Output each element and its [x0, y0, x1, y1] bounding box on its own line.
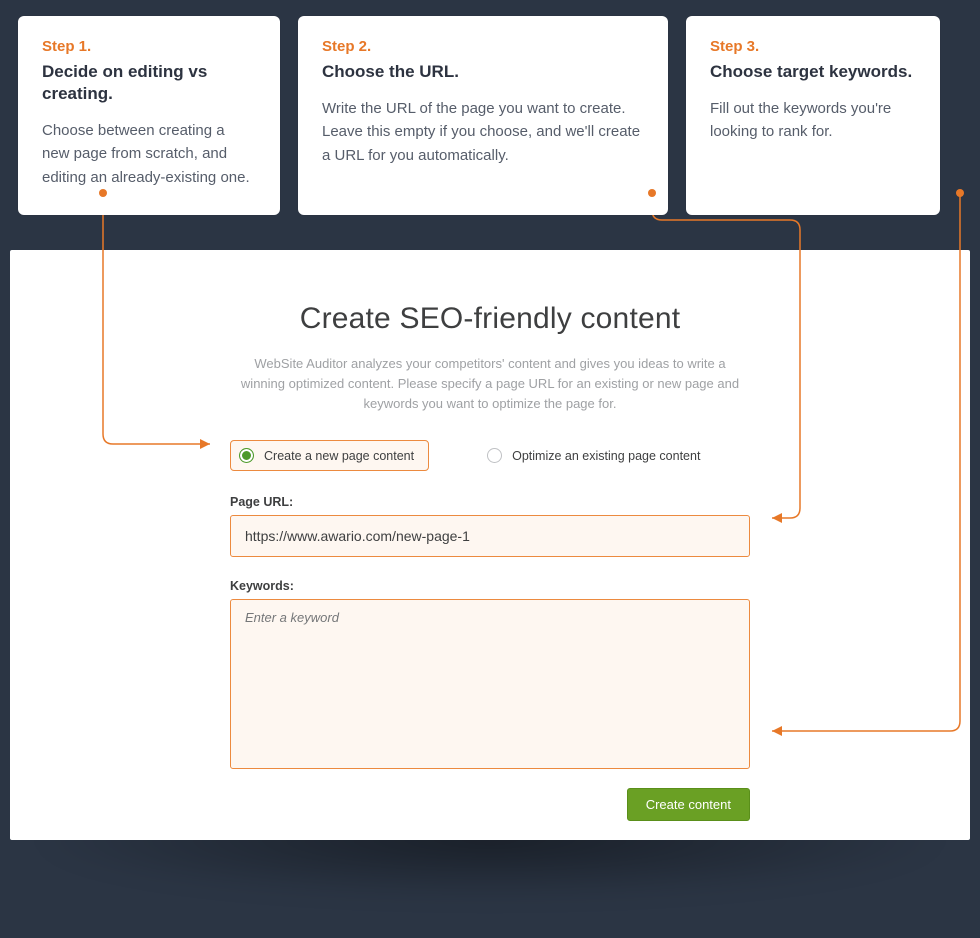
panel-heading: Create SEO-friendly content — [230, 302, 750, 336]
step-title: Decide on editing vs creating. — [42, 61, 256, 105]
keywords-input[interactable] — [230, 599, 750, 769]
connector-dot-icon — [956, 189, 964, 197]
radio-create-new[interactable]: Create a new page content — [230, 440, 429, 471]
step-number: Step 2. — [322, 38, 644, 55]
step-number: Step 3. — [710, 38, 916, 55]
panel-subdesc: WebSite Auditor analyzes your competitor… — [230, 354, 750, 414]
action-row: Create content — [230, 788, 750, 821]
step-desc: Write the URL of the page you want to cr… — [322, 97, 644, 167]
create-content-button[interactable]: Create content — [627, 788, 750, 821]
radio-bullet-icon — [487, 448, 502, 463]
keywords-label: Keywords: — [230, 579, 750, 593]
connector-dot-icon — [648, 189, 656, 197]
radio-optimize-existing[interactable]: Optimize an existing page content — [479, 441, 714, 470]
step-card-2: Step 2. Choose the URL. Write the URL of… — [298, 16, 668, 215]
step-title: Choose the URL. — [322, 61, 644, 83]
step-card-3: Step 3. Choose target keywords. Fill out… — [686, 16, 940, 215]
radio-bullet-icon — [239, 448, 254, 463]
step-desc: Choose between creating a new page from … — [42, 119, 256, 189]
main-panel: Create SEO-friendly content WebSite Audi… — [10, 250, 970, 840]
main-panel-wrap: Create SEO-friendly content WebSite Audi… — [10, 250, 970, 840]
steps-row: Step 1. Decide on editing vs creating. C… — [0, 0, 980, 215]
keywords-field-block: Keywords: — [230, 579, 750, 774]
step-number: Step 1. — [42, 38, 256, 55]
radio-label: Create a new page content — [264, 449, 414, 463]
radio-label: Optimize an existing page content — [512, 449, 700, 463]
connector-dot-icon — [99, 189, 107, 197]
radio-group: Create a new page content Optimize an ex… — [230, 440, 750, 471]
step-desc: Fill out the keywords you're looking to … — [710, 97, 916, 144]
step-card-1: Step 1. Decide on editing vs creating. C… — [18, 16, 280, 215]
url-label: Page URL: — [230, 495, 750, 509]
url-input[interactable] — [230, 515, 750, 557]
url-field-block: Page URL: — [230, 495, 750, 557]
step-title: Choose target keywords. — [710, 61, 916, 83]
